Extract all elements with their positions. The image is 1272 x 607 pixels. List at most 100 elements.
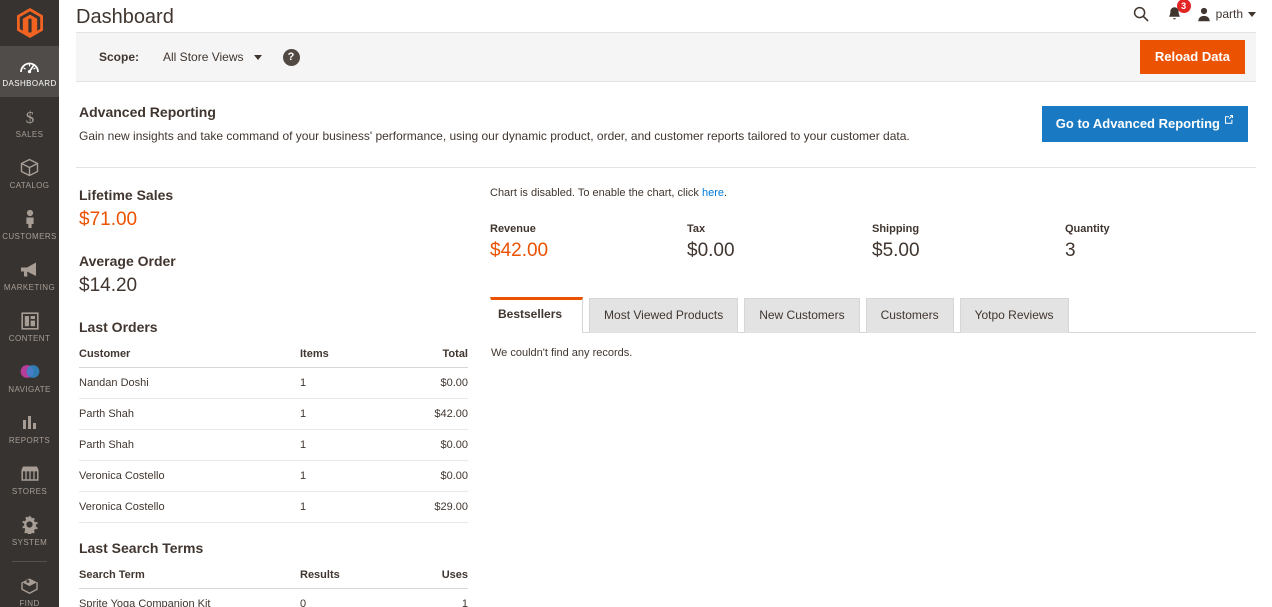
cell-customer: Nandan Doshi bbox=[79, 367, 300, 399]
user-name-label: parth bbox=[1215, 7, 1243, 21]
cell-total: $0.00 bbox=[388, 367, 468, 399]
scope-label: Scope: bbox=[99, 50, 140, 64]
column-header-search-term: Search Term bbox=[79, 563, 300, 589]
chart-notice-suffix: . bbox=[724, 187, 728, 199]
chart-notice-text: Chart is disabled. To enable the chart, … bbox=[490, 187, 702, 199]
sidebar-item-label: CATALOG bbox=[9, 181, 50, 190]
user-icon bbox=[1197, 7, 1210, 21]
admin-dashboard-page: DASHBOARD $ SALES CATALOG CUSTOMERS MARK… bbox=[0, 0, 1272, 607]
table-row[interactable]: Sprite Yoga Companion Kit 0 1 bbox=[79, 588, 468, 607]
external-link-icon bbox=[1225, 115, 1233, 124]
kpi-label: Quantity bbox=[1065, 223, 1110, 235]
store-view-select[interactable]: All Store Views bbox=[163, 50, 262, 64]
lifetime-sales-label: Lifetime Sales bbox=[79, 187, 174, 203]
cell-items: 1 bbox=[300, 367, 388, 399]
search-button[interactable] bbox=[1124, 4, 1158, 24]
cell-search-term: Sprite Yoga Companion Kit bbox=[79, 588, 300, 607]
two-circles-icon bbox=[2, 361, 57, 382]
table-row[interactable]: Nandan Doshi 1 $0.00 bbox=[79, 367, 468, 399]
megaphone-icon bbox=[2, 259, 57, 280]
sidebar-item-catalog[interactable]: CATALOG bbox=[0, 148, 59, 199]
column-header-items: Items bbox=[300, 342, 388, 368]
kpi-value: $0.00 bbox=[687, 240, 735, 261]
go-to-advanced-reporting-button[interactable]: Go to Advanced Reporting bbox=[1041, 106, 1248, 142]
help-icon[interactable]: ? bbox=[282, 48, 300, 66]
kpi-shipping: Shipping $5.00 bbox=[872, 223, 1065, 262]
chevron-down-icon bbox=[253, 54, 262, 60]
sidebar-item-label: DASHBOARD bbox=[2, 79, 57, 88]
last-orders-title: Last Orders bbox=[79, 319, 158, 335]
sidebar-item-label: SALES bbox=[15, 130, 44, 139]
sidebar-item-marketing[interactable]: MARKETING bbox=[0, 250, 59, 301]
scope-bar: Scope: All Store Views ? Reload Data bbox=[76, 32, 1256, 82]
extension-icon bbox=[2, 575, 57, 596]
main-content-area: Dashboard 3 parth Scope: All Store Views… bbox=[59, 0, 1272, 607]
notifications-button[interactable]: 3 bbox=[1158, 0, 1191, 24]
sidebar-item-find-partners[interactable]: FIND PARTNERS& EXTENSIONS bbox=[0, 566, 59, 607]
sidebar-item-dashboard[interactable]: DASHBOARD bbox=[0, 46, 59, 97]
tab-bestsellers[interactable]: Bestsellers bbox=[490, 297, 584, 333]
chevron-down-icon bbox=[1248, 11, 1256, 17]
advanced-reporting-description: Gain new insights and take command of yo… bbox=[79, 129, 910, 143]
sidebar-item-stores[interactable]: STORES bbox=[0, 454, 59, 505]
tab-most-viewed-products[interactable]: Most Viewed Products bbox=[589, 298, 739, 333]
kpi-value: $5.00 bbox=[872, 240, 920, 261]
sidebar-item-sales[interactable]: $ SALES bbox=[0, 97, 59, 148]
sidebar-item-label: NAVIGATE bbox=[8, 385, 51, 394]
kpi-value: 3 bbox=[1065, 240, 1076, 261]
kpi-label: Revenue bbox=[490, 223, 536, 235]
tab-yotpo-reviews[interactable]: Yotpo Reviews bbox=[959, 298, 1069, 333]
tabs-container: Bestsellers Most Viewed Products New Cus… bbox=[484, 296, 1256, 359]
column-header-results: Results bbox=[300, 563, 388, 589]
user-menu[interactable]: parth bbox=[1191, 7, 1256, 22]
last-search-terms-section: Last Search Terms Search Term Results Us… bbox=[79, 540, 468, 607]
sidebar-item-label: STORES bbox=[11, 487, 48, 496]
right-column: Chart is disabled. To enable the chart, … bbox=[468, 187, 1256, 607]
sidebar-item-content[interactable]: CONTENT bbox=[0, 301, 59, 352]
table-row[interactable]: Veronica Costello 1 $29.00 bbox=[79, 491, 468, 523]
svg-text:$: $ bbox=[25, 108, 34, 127]
enable-chart-link[interactable]: here bbox=[702, 187, 724, 199]
column-header-customer: Customer bbox=[79, 342, 300, 368]
table-row[interactable]: Parth Shah 1 $42.00 bbox=[79, 398, 468, 430]
sidebar-item-navigate[interactable]: NAVIGATE bbox=[0, 352, 59, 403]
person-icon bbox=[2, 208, 57, 229]
column-header-uses: Uses bbox=[388, 563, 468, 589]
average-order-value: $14.20 bbox=[79, 275, 138, 296]
average-order-block: Average Order $14.20 bbox=[79, 253, 468, 297]
kpi-quantity: Quantity 3 bbox=[1065, 223, 1110, 262]
kpi-tax: Tax $0.00 bbox=[687, 223, 872, 262]
dashboard-tabs: Bestsellers Most Viewed Products New Cus… bbox=[490, 296, 1256, 333]
cell-items: 1 bbox=[300, 460, 388, 492]
page-title: Dashboard bbox=[76, 6, 174, 28]
sidebar-item-label: CUSTOMERS bbox=[2, 232, 57, 241]
cell-total: $0.00 bbox=[388, 429, 468, 461]
sidebar-item-reports[interactable]: REPORTS bbox=[0, 403, 59, 454]
tab-customers[interactable]: Customers bbox=[865, 298, 954, 333]
gauge-icon bbox=[2, 55, 57, 76]
magento-logo-icon bbox=[16, 8, 43, 38]
sidebar-item-system[interactable]: SYSTEM bbox=[0, 505, 59, 556]
go-to-advanced-reporting-label: Go to Advanced Reporting bbox=[1055, 116, 1220, 131]
sidebar-item-label: MARKETING bbox=[3, 283, 56, 292]
kpi-value: $42.00 bbox=[490, 240, 549, 261]
sidebar-item-label: SYSTEM bbox=[11, 538, 48, 547]
lifetime-sales-block: Lifetime Sales $71.00 bbox=[79, 187, 468, 231]
sidebar-item-customers[interactable]: CUSTOMERS bbox=[0, 199, 59, 250]
cell-items: 1 bbox=[300, 429, 388, 461]
layout-icon bbox=[2, 310, 57, 331]
cell-total: $0.00 bbox=[388, 460, 468, 492]
sidebar-item-label: CONTENT bbox=[8, 334, 51, 343]
cell-customer: Parth Shah bbox=[79, 398, 300, 430]
tab-panel-empty-message: We couldn't find any records. bbox=[491, 347, 633, 359]
gear-icon bbox=[2, 514, 57, 535]
table-row[interactable]: Parth Shah 1 $0.00 bbox=[79, 429, 468, 461]
table-row[interactable]: Veronica Costello 1 $0.00 bbox=[79, 460, 468, 492]
advanced-reporting-section: Advanced Reporting Gain new insights and… bbox=[76, 82, 1256, 168]
bar-chart-icon bbox=[2, 412, 57, 433]
box-icon bbox=[2, 157, 57, 178]
magento-logo[interactable] bbox=[0, 0, 59, 46]
tab-new-customers[interactable]: New Customers bbox=[744, 298, 860, 333]
reload-data-button[interactable]: Reload Data bbox=[1139, 40, 1245, 74]
dashboard-body: Lifetime Sales $71.00 Average Order $14.… bbox=[76, 168, 1256, 607]
